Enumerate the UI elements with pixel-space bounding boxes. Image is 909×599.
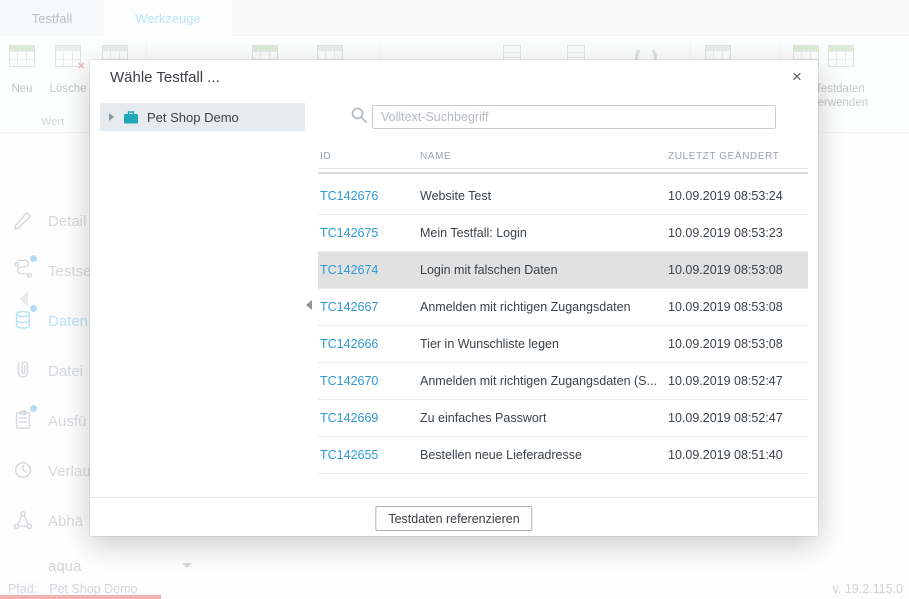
testcase-name: Website Test	[420, 178, 491, 214]
testcase-id-link[interactable]: TC142676	[320, 178, 378, 214]
testcase-id-link[interactable]: TC142675	[320, 215, 378, 251]
testcase-name: Anmelden mit richtigen Zugangsdaten	[420, 289, 631, 325]
testcase-name: Zu einfaches Passwort	[420, 400, 546, 436]
column-header-id[interactable]: ID	[320, 151, 331, 162]
reference-testdata-button[interactable]: Testdaten referenzieren	[375, 506, 532, 531]
testcase-modified: 10.09.2019 08:53:08	[668, 252, 783, 288]
testcase-id-link[interactable]: TC142667	[320, 289, 378, 325]
testcase-name: Mein Testfall: Login	[420, 215, 527, 251]
testcase-modified: 10.09.2019 08:53:23	[668, 215, 783, 251]
testcase-name: Bestellen neue Lieferadresse	[420, 437, 582, 473]
search-icon	[350, 106, 368, 129]
testcase-modified: 10.09.2019 08:52:47	[668, 400, 783, 436]
testcase-modified: 10.09.2019 08:53:08	[668, 326, 783, 362]
collapse-tree-handle-icon[interactable]	[306, 300, 312, 310]
testcase-modified: 10.09.2019 08:53:24	[668, 178, 783, 214]
choose-testcase-dialog: Wähle Testfall ... × Pet Shop Demo ID NA…	[90, 60, 818, 536]
testcase-id-link[interactable]: TC142670	[320, 363, 378, 399]
testcase-id-link[interactable]: TC142674	[320, 252, 378, 288]
table-row[interactable]: TC142670 Anmelden mit richtigen Zugangsd…	[318, 363, 808, 400]
table-row[interactable]: TC142655 Bestellen neue Lieferadresse 10…	[318, 437, 808, 474]
tree-item-pet-shop-demo[interactable]: Pet Shop Demo	[100, 103, 305, 131]
testcase-id-link[interactable]: TC142655	[320, 437, 378, 473]
expand-arrow-icon[interactable]	[109, 113, 114, 121]
tree-item-label: Pet Shop Demo	[147, 110, 239, 125]
table-header: ID NAME ZULETZT GEÄNDERT	[318, 148, 808, 168]
column-header-modified[interactable]: ZULETZT GEÄNDERT	[668, 151, 779, 162]
testcase-name: Anmelden mit richtigen Zugangsdaten (S..…	[420, 363, 657, 399]
testcase-modified: 10.09.2019 08:53:08	[668, 289, 783, 325]
testcase-name: Login mit falschen Daten	[420, 252, 558, 288]
table-header-divider	[318, 168, 808, 169]
table-row[interactable]: TC142666 Tier in Wunschliste legen 10.09…	[318, 326, 808, 363]
dialog-title: Wähle Testfall ...	[110, 69, 220, 86]
testcase-id-link[interactable]: TC142666	[320, 326, 378, 362]
testcase-name: Tier in Wunschliste legen	[420, 326, 559, 362]
testcase-modified: 10.09.2019 08:52:47	[668, 363, 783, 399]
table-row[interactable]: TC142676 Website Test 10.09.2019 08:53:2…	[318, 178, 808, 215]
table-row[interactable]: TC142667 Anmelden mit richtigen Zugangsd…	[318, 289, 808, 326]
table-row[interactable]: TC142669 Zu einfaches Passwort 10.09.201…	[318, 400, 808, 437]
table-row[interactable]: TC142674 Login mit falschen Daten 10.09.…	[318, 252, 808, 289]
table-row[interactable]: TC142675 Mein Testfall: Login 10.09.2019…	[318, 215, 808, 252]
column-header-name[interactable]: NAME	[420, 151, 451, 162]
close-icon[interactable]: ×	[786, 66, 808, 88]
testcase-id-link[interactable]: TC142669	[320, 400, 378, 436]
dialog-footer-divider	[90, 497, 818, 498]
table-header-scrollline	[318, 172, 808, 174]
testcase-modified: 10.09.2019 08:51:40	[668, 437, 783, 473]
search-input[interactable]	[372, 105, 776, 129]
testcase-table: TC142676 Website Test 10.09.2019 08:53:2…	[318, 178, 808, 474]
briefcase-icon	[123, 110, 139, 125]
